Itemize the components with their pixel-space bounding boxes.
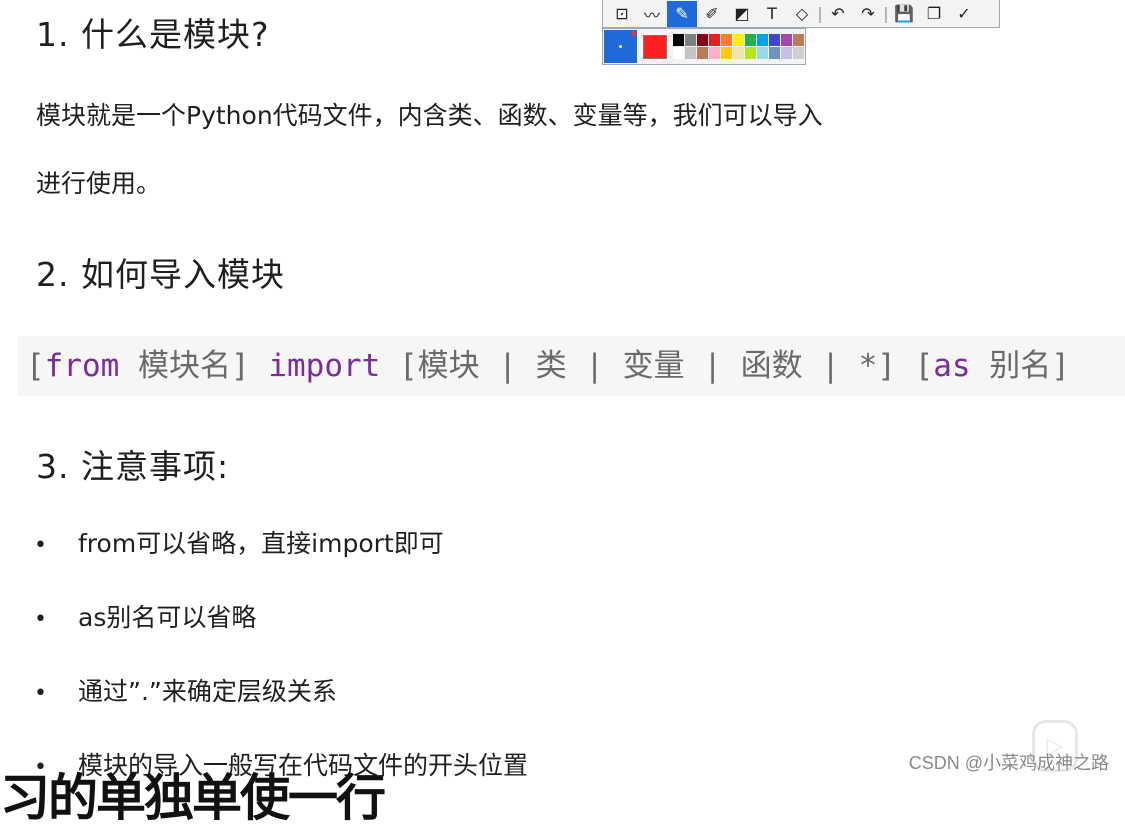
rect-select-icon[interactable]: ⊡ xyxy=(607,1,637,27)
confirm-icon[interactable]: ✓ xyxy=(949,1,979,27)
color-swatch[interactable] xyxy=(685,47,696,59)
color-swatch[interactable] xyxy=(745,47,756,59)
color-palette xyxy=(602,28,806,65)
color-swatch[interactable] xyxy=(697,34,708,46)
color-swatch[interactable] xyxy=(709,47,720,59)
heading-notes: 3. 注意事项: xyxy=(36,447,230,486)
color-swatch[interactable] xyxy=(733,47,744,59)
color-swatch[interactable] xyxy=(745,34,756,46)
code-targets: [模块 | 类 | 变量 | 函数 | *] [ xyxy=(380,348,934,384)
color-swatch[interactable] xyxy=(757,34,768,46)
list-item: • 通过”.”来确定层级关系 xyxy=(34,677,337,706)
code-keyword-import: import xyxy=(268,348,381,384)
color-swatch[interactable] xyxy=(793,47,804,59)
save-icon[interactable]: 💾 xyxy=(889,1,919,27)
code-keyword-as: as xyxy=(933,348,971,384)
color-swatch[interactable] xyxy=(793,34,804,46)
heading-how-to-import: 2. 如何导入模块 xyxy=(36,255,285,294)
copy-icon[interactable]: ❐ xyxy=(919,1,949,27)
mosaic-icon[interactable]: ◩ xyxy=(727,1,757,27)
annotation-toolbar: ⊡ 〰 ✎ ✐ ◩ T ◇ | ↶ ↷ | 💾 ❐ ✓ xyxy=(602,0,1000,28)
color-swatch[interactable] xyxy=(673,47,684,59)
color-swatch[interactable] xyxy=(769,34,780,46)
list-item: • as别名可以省略 xyxy=(34,603,257,632)
undo-icon[interactable]: ↶ xyxy=(823,1,853,27)
color-swatch[interactable] xyxy=(769,47,780,59)
color-swatch[interactable] xyxy=(781,47,792,59)
code-module-name: 模块名] xyxy=(119,348,269,384)
code-bracket: [ xyxy=(26,348,45,384)
video-subtitle-overlay: 习的单独单使一行 xyxy=(0,769,386,827)
brush-size-selector[interactable] xyxy=(604,30,637,63)
paragraph-line-1: 模块就是一个Python代码文件，内含类、函数、变量等，我们可以导入 xyxy=(36,101,823,130)
paragraph-line-2: 进行使用。 xyxy=(36,169,162,198)
code-keyword-from: from xyxy=(44,348,120,384)
pencil-icon[interactable]: ✎ xyxy=(667,0,697,27)
code-alias: 别名] xyxy=(970,348,1070,384)
color-swatch-grid xyxy=(673,34,804,59)
color-swatch[interactable] xyxy=(673,34,684,46)
import-syntax-code-block: [from 模块名] import [模块 | 类 | 变量 | 函数 | *]… xyxy=(18,336,1125,396)
color-swatch[interactable] xyxy=(709,34,720,46)
marker-icon[interactable]: ✐ xyxy=(697,1,727,27)
color-swatch[interactable] xyxy=(733,34,744,46)
csdn-watermark: CSDN @小菜鸡成神之路 xyxy=(908,753,1109,773)
color-swatch[interactable] xyxy=(697,47,708,59)
color-swatch[interactable] xyxy=(685,34,696,46)
color-swatch[interactable] xyxy=(721,47,732,59)
current-color-swatch[interactable] xyxy=(643,35,667,59)
color-swatch[interactable] xyxy=(757,47,768,59)
eraser-icon[interactable]: ◇ xyxy=(787,1,817,27)
color-swatch[interactable] xyxy=(781,34,792,46)
heading-what-is-module: 1. 什么是模块? xyxy=(36,15,270,54)
list-item: • from可以省略，直接import即可 xyxy=(34,529,444,558)
curve-icon[interactable]: 〰 xyxy=(637,1,667,27)
color-swatch[interactable] xyxy=(721,34,732,46)
redo-icon[interactable]: ↷ xyxy=(853,1,883,27)
text-icon[interactable]: T xyxy=(757,1,787,27)
